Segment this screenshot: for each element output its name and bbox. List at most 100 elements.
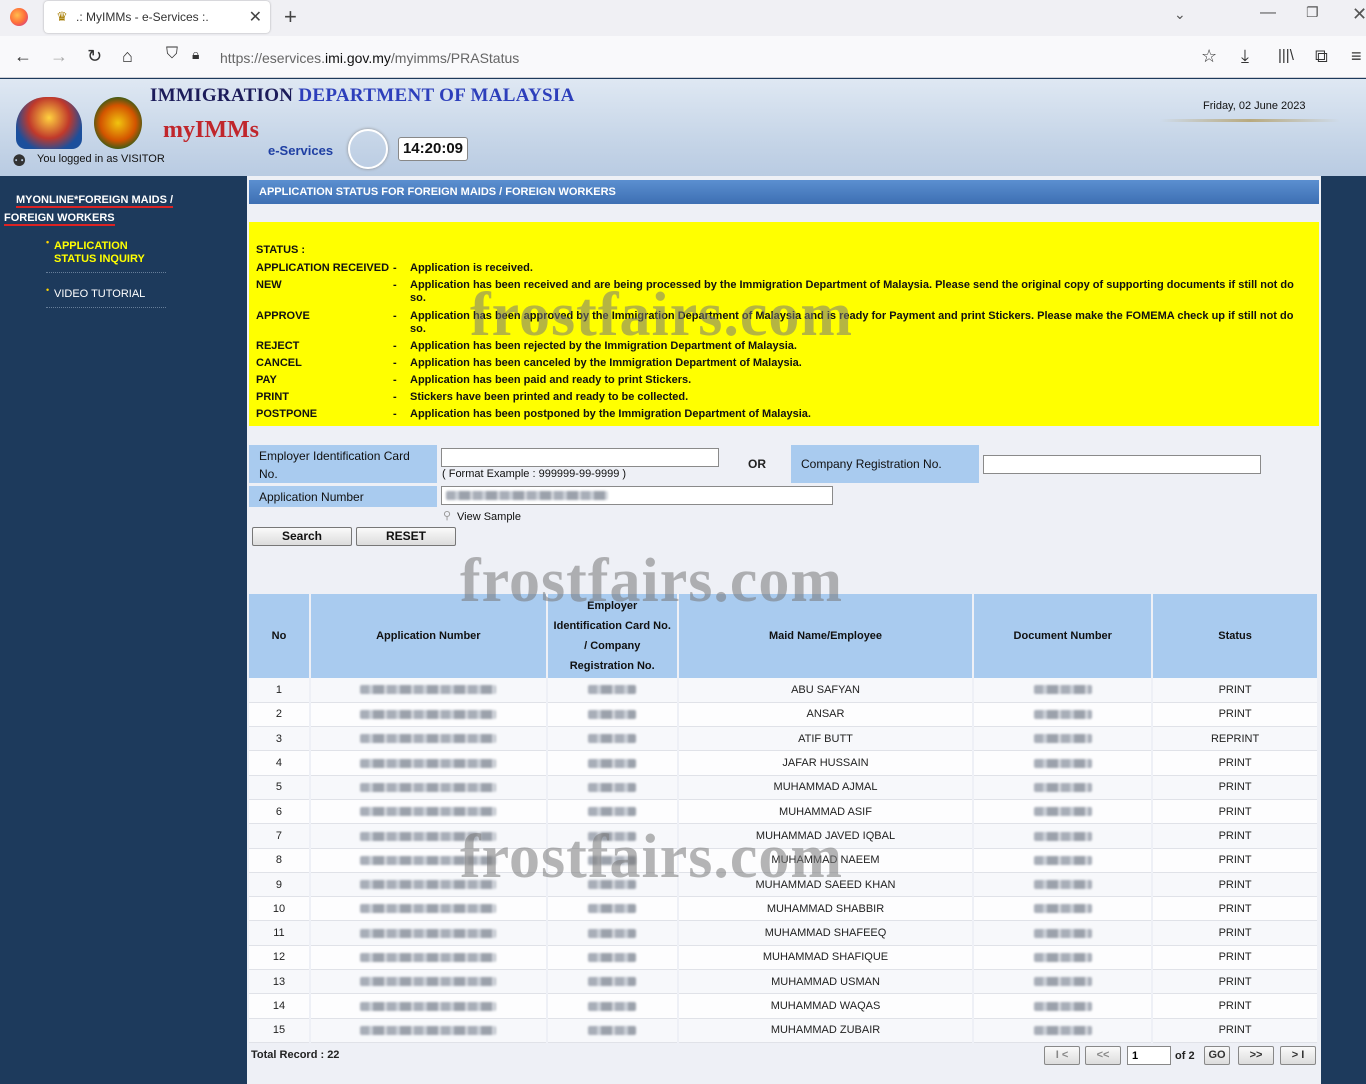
cell-status: PRINT [1152, 896, 1319, 922]
cell-no: 11 [249, 920, 311, 946]
redacted-value [1033, 734, 1092, 744]
extensions-icon[interactable]: ⧉ [1315, 47, 1328, 65]
search-button[interactable]: Search [252, 527, 352, 546]
status-legend: STATUS : APPLICATION RECEIVED - Applicatio… [249, 222, 1319, 426]
cell-maid-name: MUHAMMAD USMAN [677, 969, 975, 995]
cell-document-number [973, 872, 1154, 898]
redacted-value [360, 1025, 497, 1035]
cell-no: 1 [249, 678, 311, 703]
redacted-value [360, 710, 497, 720]
cell-document-number [973, 750, 1154, 776]
cell-status: REPRINT [1152, 726, 1319, 752]
view-sample-link[interactable]: View Sample [457, 511, 521, 523]
cell-no: 14 [249, 993, 311, 1019]
redacted-value [588, 1025, 637, 1035]
prev-page-button[interactable]: << [1085, 1046, 1121, 1065]
redacted-value [588, 734, 637, 744]
application-number-input[interactable] [441, 486, 833, 505]
redacted-value [1033, 758, 1092, 768]
format-example-hint: ( Format Example : 999999-99-9999 ) [442, 468, 627, 480]
sidebar-item-video-tutorial[interactable]: VIDEO TUTORIAL [46, 284, 166, 308]
cell-application-number [309, 678, 548, 703]
redacted-value [360, 953, 497, 962]
redacted-value [588, 1001, 637, 1011]
column-header-no: No [249, 594, 311, 678]
clock-ring-icon [348, 129, 388, 169]
cell-employer-ic [546, 872, 679, 898]
page-number-input[interactable] [1127, 1046, 1171, 1065]
reload-icon[interactable]: ↻ [87, 47, 102, 65]
redacted-value [1033, 782, 1092, 792]
cell-no: 4 [249, 750, 311, 776]
department-title: IMMIGRATION DEPARTMENT OF MALAYSIA [150, 85, 575, 106]
window-close-icon[interactable]: ✕ [1352, 4, 1366, 25]
table-row: 7 MUHAMMAD JAVED IQBAL PRINT [249, 823, 1319, 849]
cell-application-number [309, 969, 548, 995]
go-button[interactable]: GO [1204, 1046, 1230, 1065]
cell-no: 2 [249, 702, 311, 728]
close-tab-icon[interactable]: ✕ [249, 7, 262, 27]
redacted-value [588, 685, 637, 695]
redacted-value [1033, 880, 1092, 890]
user-icon: ⚉ [12, 153, 27, 170]
redacted-value [588, 977, 637, 987]
table-row: 12 MUHAMMAD SHAFIQUE PRINT [249, 945, 1319, 971]
employer-ic-input[interactable] [441, 448, 719, 467]
table-row: 6 MUHAMMAD ASIF PRINT [249, 799, 1319, 825]
cell-status: PRINT [1152, 823, 1319, 849]
cell-employer-ic [546, 702, 679, 728]
back-icon[interactable]: ← [14, 47, 32, 65]
chevron-down-icon[interactable]: ⌄ [1174, 6, 1186, 23]
next-page-button[interactable]: >> [1238, 1046, 1274, 1065]
library-icon[interactable]: |||\ [1278, 47, 1294, 65]
redacted-application-number [446, 490, 608, 500]
home-icon[interactable]: ⌂ [122, 47, 133, 65]
redacted-value [360, 758, 497, 768]
cell-maid-name: MUHAMMAD SHAFIQUE [677, 945, 975, 971]
redacted-value [1033, 977, 1092, 987]
site-favicon-icon: ♛ [56, 9, 68, 24]
sidebar-item-application-status-inquiry[interactable]: APPLICATIONSTATUS INQUIRY [46, 236, 166, 273]
redacted-value [1033, 831, 1092, 841]
lock-icon[interactable]: 🔒︎ [192, 45, 199, 63]
cell-application-number [309, 1018, 548, 1043]
redacted-value [588, 710, 637, 720]
redacted-value [1033, 807, 1092, 817]
restore-icon[interactable]: ❐ [1306, 4, 1319, 21]
redacted-value [360, 1001, 497, 1011]
cell-maid-name: MUHAMMAD JAVED IQBAL [677, 823, 975, 849]
cell-maid-name: MUHAMMAD WAQAS [677, 993, 975, 1019]
forward-icon[interactable]: → [50, 47, 68, 65]
redacted-value [1033, 1025, 1092, 1035]
table-row: 5 MUHAMMAD AJMAL PRINT [249, 775, 1319, 800]
cell-application-number [309, 750, 548, 776]
date-divider [1160, 119, 1340, 122]
cell-status: PRINT [1152, 848, 1319, 873]
shield-icon[interactable]: ⛉ [166, 45, 178, 63]
address-bar[interactable]: ⛉ 🔒︎ https://eservices.imi.gov.my/myimms… [158, 42, 1188, 72]
first-page-button[interactable]: I < [1044, 1046, 1080, 1065]
cell-document-number [973, 799, 1154, 825]
new-tab-icon[interactable]: + [284, 4, 297, 30]
minimize-icon[interactable]: — [1260, 4, 1276, 22]
bookmark-star-icon[interactable]: ☆ [1201, 47, 1217, 65]
redacted-value [1033, 710, 1092, 720]
cell-status: PRINT [1152, 920, 1319, 946]
cell-employer-ic [546, 775, 679, 800]
download-icon[interactable]: ⤓ [1241, 47, 1249, 65]
main-content: APPLICATION STATUS FOR FOREIGN MAIDS / F… [247, 176, 1321, 1084]
table-header-row: No Application Number Employer Identifica… [249, 594, 1319, 678]
company-reg-input[interactable] [983, 455, 1261, 474]
menu-icon[interactable]: ≡ [1351, 47, 1362, 65]
reset-button[interactable]: RESET [356, 527, 456, 546]
cell-no: 3 [249, 726, 311, 752]
immigration-emblem-logo [94, 97, 142, 149]
sidebar-title[interactable]: MYONLINE*FOREIGN MAIDS / FOREIGN WORKERS [4, 191, 204, 227]
firefox-logo-icon [10, 8, 28, 26]
redacted-value [360, 782, 497, 792]
column-header-maid-name: Maid Name/Employee [677, 594, 975, 678]
cell-application-number [309, 775, 548, 800]
browser-tab[interactable]: ♛ .: MyIMMs - e-Services :. ✕ [44, 1, 270, 33]
last-page-button[interactable]: > I [1280, 1046, 1316, 1065]
redacted-value [588, 880, 637, 890]
